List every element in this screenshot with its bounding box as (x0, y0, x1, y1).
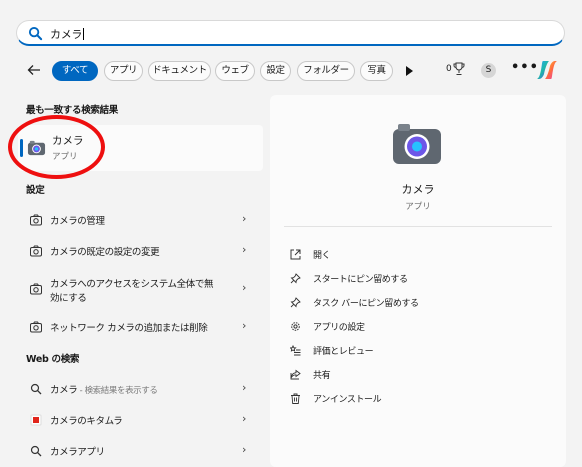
action-label: 評価とレビュー (313, 347, 374, 357)
filter-folders[interactable]: フォルダー (297, 61, 355, 81)
action-label: 共有 (313, 371, 331, 381)
chevron-right-icon: › (242, 243, 247, 256)
gear-icon (291, 322, 300, 331)
settings-heading: 設定 (26, 185, 45, 196)
action-label: タスク バーにピン留めする (313, 299, 419, 309)
web-item-kitamura[interactable]: カメラのキタムラ › (18, 405, 263, 435)
pin-icon (290, 273, 301, 284)
copilot-icon[interactable] (535, 58, 559, 82)
chevron-right-icon: › (242, 412, 247, 425)
action-label: アンインストール (313, 395, 382, 405)
web-item-label: カメラ - 検索結果を表示する (50, 385, 158, 396)
preview-subtitle: アプリ (405, 202, 431, 212)
camera-settings-icon (30, 283, 42, 295)
settings-item-label: カメラの管理 (50, 216, 105, 227)
preview-title: カメラ (401, 183, 435, 196)
open-icon (290, 249, 301, 260)
chevron-right-icon: › (242, 319, 247, 332)
rewards-icon[interactable] (453, 62, 465, 76)
chevron-right-icon: › (242, 212, 247, 225)
web-item-label: カメラアプリ (50, 447, 105, 458)
camera-settings-icon (30, 245, 42, 257)
filter-photos[interactable]: 写真 (360, 61, 393, 81)
pin-icon (290, 297, 301, 308)
share-icon (290, 369, 301, 380)
search-input[interactable]: カメラ (50, 26, 85, 42)
filter-documents[interactable]: ドキュメント (148, 61, 211, 81)
settings-item-network-camera[interactable]: ネットワーク カメラの追加または削除 › (18, 312, 263, 342)
chevron-right-icon: › (242, 281, 247, 294)
settings-item-disable-camera-access[interactable]: カメラへのアクセスをシステム全体で無 効にする › (18, 270, 263, 308)
highlight-circle (8, 115, 105, 179)
web-item-label: カメラのキタムラ (50, 416, 123, 427)
settings-item-label: ネットワーク カメラの追加または削除 (50, 323, 208, 334)
web-item-camera-app[interactable]: カメラアプリ › (18, 436, 263, 466)
kitamura-site-icon (30, 414, 42, 426)
action-label: アプリの設定 (313, 323, 365, 333)
search-icon (28, 26, 43, 41)
filter-apps[interactable]: アプリ (104, 61, 143, 81)
divider (284, 226, 552, 227)
preview-pane: カメラ アプリ 開く スタートにピン留めする タスク バーにピン留めする アプリ… (270, 95, 566, 467)
settings-item-label: カメラの既定の設定の変更 (50, 247, 160, 258)
camera-app-large-icon (393, 124, 441, 164)
chevron-right-icon: › (242, 381, 247, 394)
search-box[interactable]: カメラ (16, 20, 565, 46)
chevron-right-icon: › (242, 443, 247, 456)
star-list-icon (290, 345, 301, 356)
back-arrow-icon[interactable] (26, 62, 42, 78)
search-icon (30, 445, 42, 457)
settings-item-label-line1: カメラへのアクセスをシステム全体で無 (50, 279, 214, 290)
settings-item-label-line2: 効にする (50, 293, 87, 304)
settings-item-manage-camera[interactable]: カメラの管理 › (18, 205, 263, 235)
avatar[interactable]: S (481, 63, 496, 78)
trash-icon (291, 393, 300, 404)
camera-settings-icon (30, 214, 42, 226)
best-match-heading: 最も一致する検索結果 (26, 105, 119, 116)
web-item-camera[interactable]: カメラ - 検索結果を表示する › (18, 374, 263, 404)
action-label: スタートにピン留めする (313, 275, 408, 285)
web-search-heading: Web の検索 (26, 354, 80, 365)
filter-all[interactable]: すべて (52, 61, 98, 81)
action-label: 開く (313, 251, 331, 261)
more-filters-play-icon[interactable] (406, 66, 413, 76)
rewards-points: 0 (446, 64, 452, 74)
settings-item-default-camera[interactable]: カメラの既定の設定の変更 › (18, 236, 263, 266)
camera-settings-icon (30, 321, 42, 333)
filter-settings[interactable]: 設定 (260, 61, 291, 81)
filter-web[interactable]: ウェブ (215, 61, 255, 81)
search-icon (30, 383, 42, 395)
